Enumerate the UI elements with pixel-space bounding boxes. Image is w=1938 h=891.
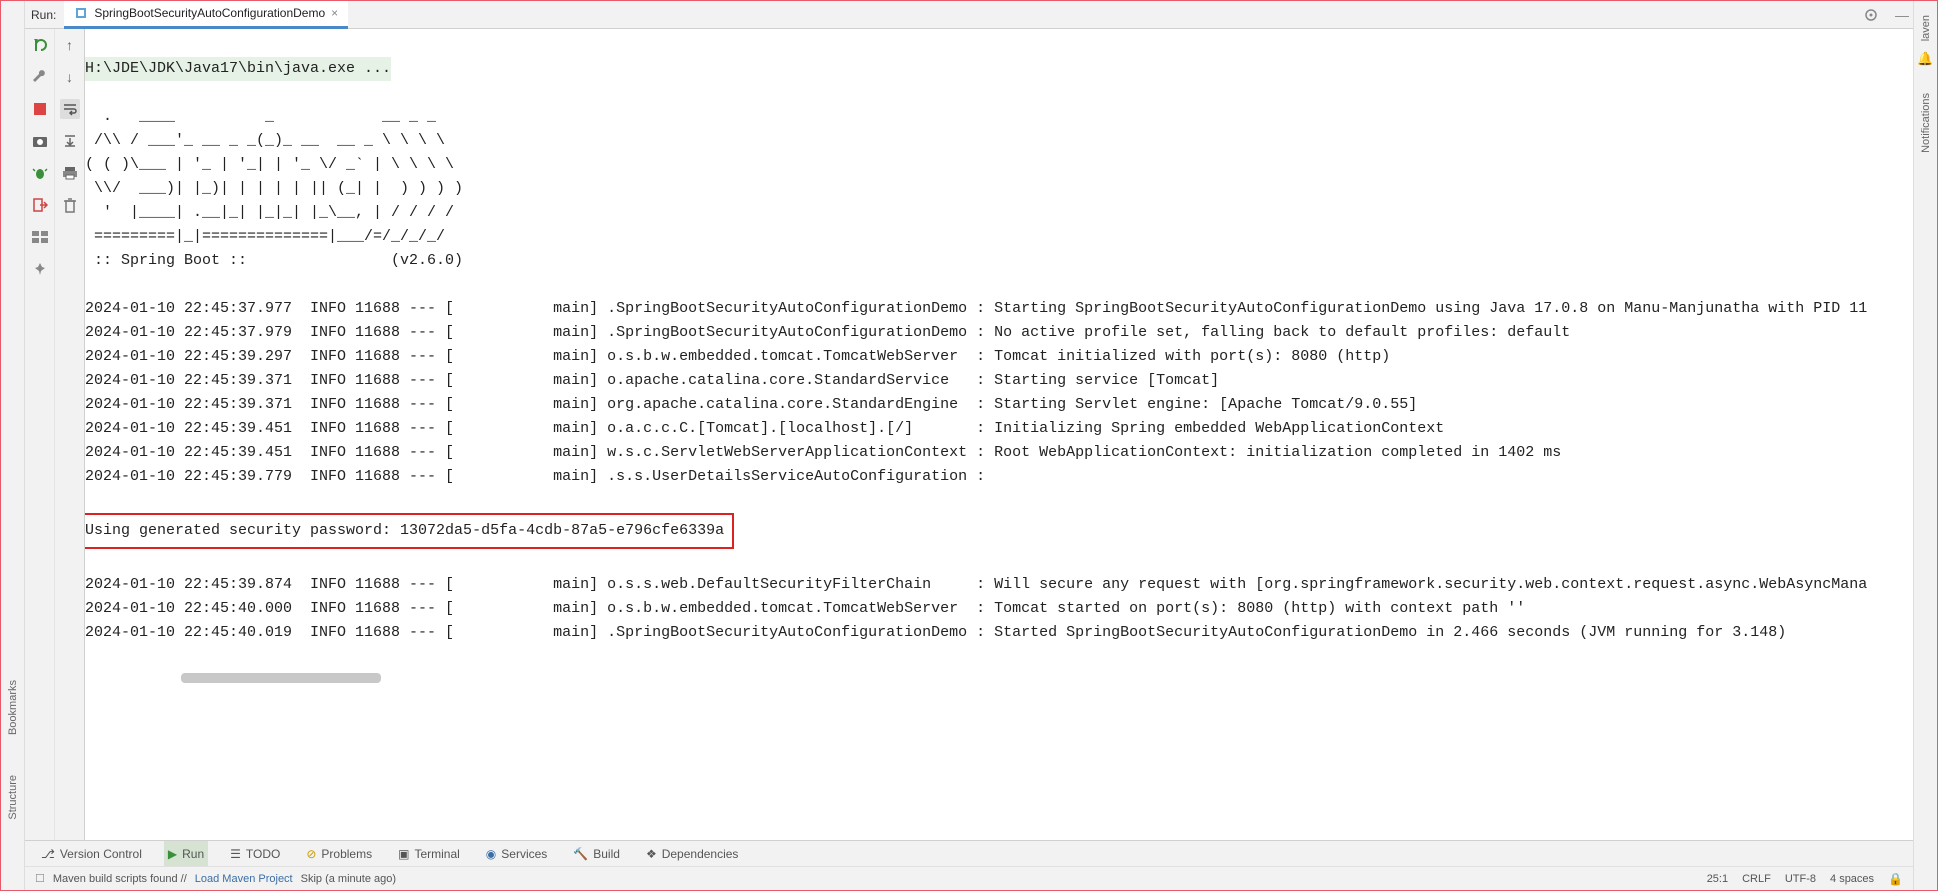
structure-label: Structure xyxy=(7,775,19,820)
log-line: 2024-01-10 22:45:39.451 INFO 11688 --- [… xyxy=(85,444,1561,461)
log-line: 2024-01-10 22:45:39.297 INFO 11688 --- [… xyxy=(85,348,1390,365)
right-tool-gutter: laven 🔔 Notifications xyxy=(1913,1,1937,890)
log-line: 2024-01-10 22:45:37.979 INFO 11688 --- [… xyxy=(85,324,1570,341)
structure-tool[interactable]: Structure xyxy=(7,775,19,820)
warning-icon: ⊘ xyxy=(306,847,316,861)
bug-rerun-icon[interactable] xyxy=(30,163,50,183)
caret-position[interactable]: 25:1 xyxy=(1707,873,1728,885)
tab-todo[interactable]: ☰ TODO xyxy=(226,841,284,866)
tab-version-control[interactable]: ⎇ Version Control xyxy=(37,841,146,866)
tab-services[interactable]: ◉ Services xyxy=(482,841,552,866)
run-label: Run: xyxy=(31,8,56,22)
status-bar: ☐ Maven build scripts found // Load Mave… xyxy=(25,866,1913,890)
highlighted-password-line: Using generated security password: 13072… xyxy=(85,513,734,549)
run-toolwindow-header: Run: SpringBootSecurityAutoConfiguration… xyxy=(25,1,1913,29)
lock-icon[interactable]: 🔒 xyxy=(1888,872,1903,886)
log-line: 2024-01-10 22:45:39.451 INFO 11688 --- [… xyxy=(85,420,1444,437)
line-separator[interactable]: CRLF xyxy=(1742,873,1771,885)
status-message: Maven build scripts found // xyxy=(53,873,187,885)
status-icon: ☐ xyxy=(35,872,45,885)
console-output[interactable]: H:\JDE\JDK\Java17\bin\java.exe ... . ___… xyxy=(85,29,1913,840)
console-actions-column: ↑ ↓ xyxy=(55,29,85,840)
close-icon[interactable]: × xyxy=(331,6,338,20)
log-line: 2024-01-10 22:45:39.874 INFO 11688 --- [… xyxy=(85,576,1867,593)
run-actions-column xyxy=(25,29,55,840)
log-line: 2024-01-10 22:45:39.779 INFO 11688 --- [… xyxy=(85,468,985,485)
branch-icon: ⎇ xyxy=(41,847,55,861)
log-line: 2024-01-10 22:45:37.977 INFO 11688 --- [… xyxy=(85,300,1867,317)
load-maven-link[interactable]: Load Maven Project xyxy=(195,873,293,885)
list-icon: ☰ xyxy=(230,847,241,861)
print-icon[interactable] xyxy=(60,163,80,183)
scroll-to-end-icon[interactable] xyxy=(60,131,80,151)
log-line: 2024-01-10 22:45:40.019 INFO 11688 --- [… xyxy=(85,624,1786,641)
bookmarks-label: Bookmarks xyxy=(7,680,19,735)
spring-icon xyxy=(74,6,88,20)
tab-dependencies[interactable]: ❖ Dependencies xyxy=(642,841,743,866)
up-arrow-icon[interactable]: ↑ xyxy=(60,35,80,55)
left-tool-gutter: Bookmarks Structure xyxy=(1,1,25,890)
log-line: 2024-01-10 22:45:40.000 INFO 11688 --- [… xyxy=(85,600,1525,617)
clear-icon[interactable] xyxy=(60,195,80,215)
maven-tool[interactable]: laven xyxy=(1920,15,1932,41)
pin-icon[interactable] xyxy=(30,259,50,279)
rerun-icon[interactable] xyxy=(30,35,50,55)
run-tab-label: SpringBootSecurityAutoConfigurationDemo xyxy=(94,6,325,20)
horizontal-scrollbar[interactable] xyxy=(181,673,381,683)
stop-icon[interactable] xyxy=(30,99,50,119)
tab-problems[interactable]: ⊘ Problems xyxy=(302,841,376,866)
hammer-icon: 🔨 xyxy=(573,847,588,861)
play-icon: ▶ xyxy=(168,847,177,861)
tab-run[interactable]: ▶ Run xyxy=(164,841,208,866)
terminal-icon: ▣ xyxy=(398,847,409,861)
exit-icon[interactable] xyxy=(30,195,50,215)
minimize-icon[interactable]: — xyxy=(1891,7,1913,23)
camera-icon[interactable] xyxy=(30,131,50,151)
maven-label: laven xyxy=(1920,15,1932,41)
log-line: 2024-01-10 22:45:39.371 INFO 11688 --- [… xyxy=(85,372,1219,389)
layout-icon[interactable] xyxy=(30,227,50,247)
bottom-toolbar: ⎇ Version Control ▶ Run ☰ TODO ⊘ Problem… xyxy=(25,840,1913,866)
skip-text: Skip (a minute ago) xyxy=(301,873,396,885)
run-tab[interactable]: SpringBootSecurityAutoConfigurationDemo … xyxy=(64,1,348,29)
notifications-label: Notifications xyxy=(1920,93,1932,153)
wrench-icon[interactable] xyxy=(30,67,50,87)
deps-icon: ❖ xyxy=(646,847,657,861)
bell-icon[interactable]: 🔔 xyxy=(1917,51,1933,67)
gear-icon[interactable] xyxy=(1859,7,1883,23)
tab-build[interactable]: 🔨 Build xyxy=(569,841,624,866)
bookmarks-tool[interactable]: Bookmarks xyxy=(7,680,19,735)
down-arrow-icon[interactable]: ↓ xyxy=(60,67,80,87)
command-line: H:\JDE\JDK\Java17\bin\java.exe ... xyxy=(85,57,391,81)
soft-wrap-icon[interactable] xyxy=(60,99,80,119)
spring-banner: . ____ _ __ _ _ /\\ / ___'_ __ _ _(_)_ _… xyxy=(85,108,463,269)
notifications-tool[interactable]: Notifications xyxy=(1920,93,1932,153)
file-encoding[interactable]: UTF-8 xyxy=(1785,873,1816,885)
tab-terminal[interactable]: ▣ Terminal xyxy=(394,841,464,866)
indent-setting[interactable]: 4 spaces xyxy=(1830,873,1874,885)
services-icon: ◉ xyxy=(486,847,496,861)
log-line: 2024-01-10 22:45:39.371 INFO 11688 --- [… xyxy=(85,396,1417,413)
